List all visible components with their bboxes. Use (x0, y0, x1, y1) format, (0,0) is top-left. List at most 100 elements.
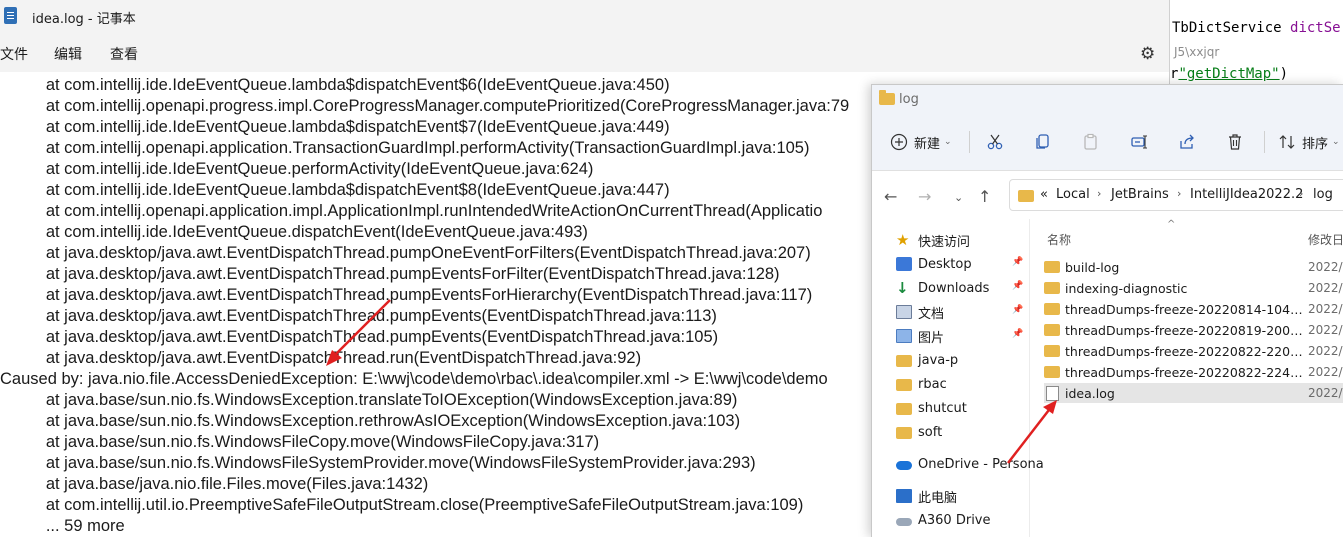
column-header-name[interactable]: 名称 (1047, 231, 1071, 248)
menu-view[interactable]: 查看 (110, 44, 138, 64)
file-row[interactable]: indexing-diagnostic 2022/( (1044, 278, 1343, 298)
column-header-modified[interactable]: 修改日 (1308, 231, 1343, 248)
new-button[interactable]: 新建 ⌄ (890, 129, 952, 155)
up-arrow-icon[interactable]: ↑ (978, 187, 991, 206)
nav-item-[interactable]: ★ 快速访问 (896, 229, 970, 251)
ide-author-hint: J5\xxjqr (1174, 45, 1220, 59)
log-line: at com.intellij.openapi.progress.impl.Co… (0, 97, 850, 115)
file-explorer-window: log 新建 ⌄ 排序 ⌄ ← → ⌄ ↑ « Local › JetBrain… (871, 84, 1343, 537)
ide-code-fragment: ) (1279, 66, 1289, 82)
file-name: build-log (1065, 259, 1120, 275)
notepad-titlebar[interactable]: idea.log - 记事本 (0, 0, 1169, 34)
nav-item-label: java-p (918, 352, 959, 368)
nav-item-[interactable]: 图片 (896, 325, 944, 347)
folder-icon (1044, 345, 1060, 357)
log-line: at com.intellij.openapi.application.impl… (0, 202, 823, 220)
nav-item-downloads[interactable]: ↓ Downloads (896, 277, 989, 299)
nav-item-rbac[interactable]: rbac (896, 373, 947, 395)
copy-button[interactable] (1034, 129, 1052, 155)
log-line: at com.intellij.ide.IdeEventQueue.perfor… (0, 160, 594, 178)
folder-icon (879, 90, 895, 105)
folder-icon (896, 355, 912, 367)
cloud-icon (896, 461, 912, 470)
address-bar[interactable]: « Local › JetBrains › IntelliJIdea2022.2… (1009, 179, 1343, 211)
nav-item-[interactable]: 文档 (896, 301, 944, 323)
breadcrumb-separator-icon: › (1177, 187, 1182, 200)
pin-icon: 📌 (1012, 281, 1024, 291)
breadcrumb-item[interactable]: Local (1056, 187, 1090, 202)
chevron-down-icon: ⌄ (944, 137, 952, 147)
file-row[interactable]: threadDumps-freeze-20220819-2000... 2022/… (1044, 320, 1343, 340)
log-line: at java.base/sun.nio.fs.WindowsException… (0, 391, 738, 409)
log-line: at com.intellij.openapi.application.Tran… (0, 139, 810, 157)
file-row[interactable]: idea.log 2022/( (1044, 383, 1343, 403)
breadcrumb-overflow[interactable]: « (1040, 187, 1048, 202)
log-line: at com.intellij.util.io.PreemptiveSafeFi… (0, 496, 804, 514)
breadcrumb-item[interactable]: JetBrains (1111, 187, 1169, 202)
forward-arrow-icon[interactable]: → (918, 187, 931, 206)
rename-button[interactable] (1130, 129, 1148, 155)
folder-icon (1044, 261, 1060, 273)
file-name: idea.log (1065, 385, 1115, 401)
ide-editor-fragment: TbDictService dictServ J5\xxjqr r"getDic… (1150, 0, 1343, 90)
nav-item-[interactable]: 此电脑 (896, 485, 957, 507)
log-line: at com.intellij.ide.IdeEventQueue.lambda… (0, 181, 670, 199)
back-arrow-icon[interactable]: ← (884, 187, 897, 206)
share-button[interactable] (1178, 129, 1196, 155)
nav-item-onedrive-persona[interactable]: OneDrive - Persona (896, 453, 1044, 475)
file-modified-date: 2022/( (1308, 260, 1343, 274)
file-name: threadDumps-freeze-20220822-2240... (1065, 364, 1305, 380)
ide-code-line: TbDictService dictServ (1172, 20, 1343, 36)
nav-item-label: 图片 (918, 330, 945, 346)
pc-icon (896, 489, 912, 503)
delete-button[interactable] (1226, 129, 1244, 155)
nav-item-label: 此电脑 (918, 490, 958, 506)
star-icon: ★ (896, 231, 910, 249)
rename-icon (1131, 135, 1147, 149)
nav-item-java-p[interactable]: java-p (896, 349, 958, 371)
file-row[interactable]: threadDumps-freeze-20220814-1046... 2022/… (1044, 299, 1343, 319)
folder-icon (1044, 282, 1060, 294)
nav-item-soft[interactable]: soft (896, 421, 942, 443)
explorer-titlebar[interactable]: log (872, 85, 1343, 115)
log-line: Caused by: java.nio.file.AccessDeniedExc… (0, 370, 828, 388)
chevron-down-icon[interactable]: ⌄ (954, 191, 963, 204)
log-line: at java.base/sun.nio.fs.WindowsException… (0, 412, 741, 430)
breadcrumb-item[interactable]: IntelliJIdea2022.2 (1190, 187, 1303, 202)
cut-button[interactable] (986, 129, 1004, 155)
breadcrumb-separator-icon: › (1299, 187, 1304, 200)
file-name: threadDumps-freeze-20220814-1046... (1065, 301, 1305, 317)
file-name: threadDumps-freeze-20220819-2000... (1065, 322, 1305, 338)
log-line: at java.desktop/java.awt.EventDispatchTh… (0, 244, 811, 262)
nav-item-a360-drive[interactable]: A360 Drive (896, 509, 991, 531)
nav-item-label: shutcut (918, 400, 967, 416)
nav-item-shutcut[interactable]: shutcut (896, 397, 967, 419)
file-row[interactable]: threadDumps-freeze-20220822-2240... 2022/… (1044, 362, 1343, 382)
breadcrumb-item[interactable]: log (1313, 187, 1333, 202)
explorer-body: ★ 快速访问 Desktop 📌 ↓ Downloads 📌 文档 📌 图片 📌 java-p rbac… (872, 219, 1343, 537)
paste-button[interactable] (1082, 129, 1100, 155)
log-line: ... 59 more (0, 517, 125, 535)
menu-file[interactable]: 文件 (0, 44, 28, 64)
sort-icon (1279, 135, 1295, 149)
text-file-icon (1046, 385, 1059, 401)
log-line: at java.desktop/java.awt.EventDispatchTh… (0, 286, 813, 304)
explorer-toolbar: 新建 ⌄ 排序 ⌄ (872, 115, 1343, 171)
folder-icon (896, 379, 912, 391)
file-row[interactable]: build-log 2022/( (1044, 257, 1343, 277)
log-line: at java.desktop/java.awt.EventDispatchTh… (0, 349, 642, 367)
gear-icon[interactable]: ⚙ (1140, 44, 1155, 64)
window-title: log (899, 92, 919, 107)
nav-item-label: OneDrive - Persona (918, 456, 1044, 472)
navigation-pane: ★ 快速访问 Desktop 📌 ↓ Downloads 📌 文档 📌 图片 📌 java-p rbac… (872, 219, 1044, 537)
file-name: threadDumps-freeze-20220822-2209... (1065, 343, 1305, 359)
sort-button-label: 排序 (1302, 136, 1329, 152)
chevron-down-icon: ⌄ (1332, 137, 1340, 147)
nav-item-desktop[interactable]: Desktop (896, 253, 972, 275)
ide-code-line: r"getDictMap") (1170, 66, 1288, 82)
download-icon: ↓ (896, 279, 909, 297)
menu-edit[interactable]: 编辑 (54, 44, 82, 64)
sort-button[interactable]: 排序 ⌄ (1278, 129, 1340, 155)
file-row[interactable]: threadDumps-freeze-20220822-2209... 2022/… (1044, 341, 1343, 361)
folder-icon (1018, 190, 1034, 202)
